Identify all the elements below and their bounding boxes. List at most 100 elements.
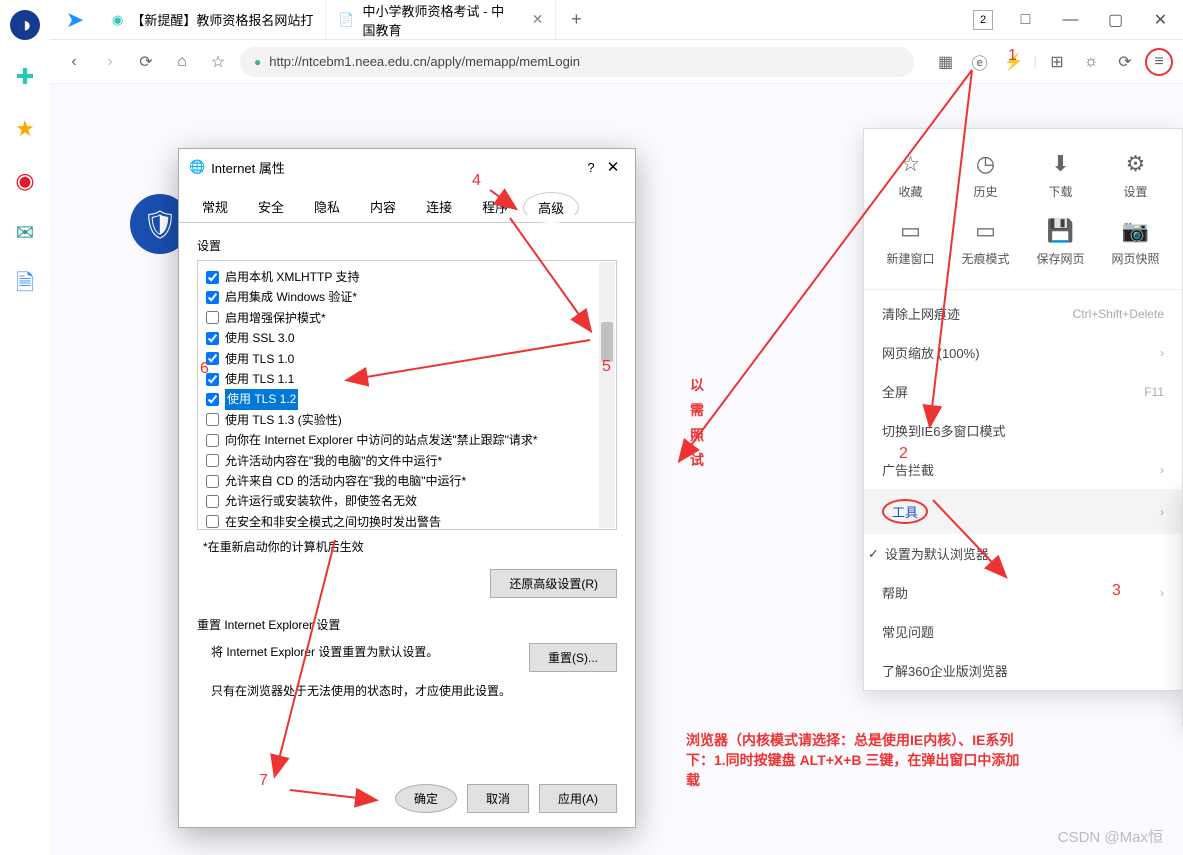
menu-zoom[interactable]: 网页缩放 (100%)› xyxy=(864,333,1182,372)
setting-checkbox[interactable] xyxy=(206,515,219,528)
setting-item[interactable]: 使用 SSL 3.0 xyxy=(206,328,608,348)
setting-checkbox[interactable] xyxy=(206,434,219,447)
clock-icon: ◷ xyxy=(976,151,995,177)
compat-icon[interactable]: ⓔ xyxy=(966,48,994,76)
setting-item[interactable]: 向你在 Internet Explorer 中访问的站点发送"禁止跟踪"请求* xyxy=(206,430,608,450)
annotation-1: 1 xyxy=(1008,47,1017,65)
back-button[interactable]: ‹ xyxy=(60,48,88,76)
menu-downloads[interactable]: ⬇下载 xyxy=(1024,143,1097,208)
scrollbar[interactable] xyxy=(599,262,615,528)
menu-history[interactable]: ◷历史 xyxy=(949,143,1022,208)
close-tab-icon[interactable]: ✕ xyxy=(532,11,544,28)
download-icon: ⬇ xyxy=(1051,151,1069,177)
menu-new-window[interactable]: ▭新建窗口 xyxy=(874,210,947,275)
menu-adblock[interactable]: 广告拦截› xyxy=(864,450,1182,489)
setting-item[interactable]: 在安全和非安全模式之间切换时发出警告 xyxy=(206,512,608,530)
setting-item[interactable]: 启用增强保护模式* xyxy=(206,308,608,328)
maximize-button[interactable]: ▢ xyxy=(1093,0,1138,40)
menu-ie6-mode[interactable]: 切换到IE6多窗口模式 xyxy=(864,411,1182,450)
menu-fullscreen[interactable]: 全屏F11 xyxy=(864,372,1182,411)
scrollbar-thumb[interactable] xyxy=(601,322,613,362)
theme-icon[interactable]: ☼ xyxy=(1077,48,1105,76)
reload-button[interactable]: ⟳ xyxy=(132,48,160,76)
setting-item[interactable]: 启用集成 Windows 验证* xyxy=(206,287,608,307)
tab-advanced[interactable]: 高级 xyxy=(523,192,579,223)
new-tab-button[interactable]: + xyxy=(556,9,596,30)
tab-privacy[interactable]: 隐私 xyxy=(299,191,355,222)
menu-incognito[interactable]: ▭无痕模式 xyxy=(949,210,1022,275)
extensions-icon[interactable]: ⊞ xyxy=(1043,48,1071,76)
help-button[interactable]: ? xyxy=(581,160,601,175)
menu-about-360[interactable]: 了解360企业版浏览器 xyxy=(864,651,1182,690)
tab-2[interactable]: 📄 中小学教师资格考试 - 中国教育 ✕ xyxy=(326,1,556,39)
home-button[interactable]: ⌂ xyxy=(168,48,196,76)
setting-item[interactable]: 允许活动内容在"我的电脑"的文件中运行* xyxy=(206,451,608,471)
ok-button[interactable]: 确定 xyxy=(395,784,457,813)
setting-item[interactable]: 允许运行或安装软件，即使签名无效 xyxy=(206,491,608,511)
menu-save-page[interactable]: 💾保存网页 xyxy=(1024,210,1097,275)
setting-item[interactable]: 使用 TLS 1.0 xyxy=(206,349,608,369)
setting-checkbox[interactable] xyxy=(206,271,219,284)
doc-icon[interactable]: 🗎 xyxy=(10,270,40,300)
setting-checkbox[interactable] xyxy=(206,393,219,406)
wardrobe-icon[interactable]: □ xyxy=(1003,0,1048,40)
reset-desc: 将 Internet Explorer 设置重置为默认设置。 xyxy=(211,643,509,660)
forward-button[interactable]: › xyxy=(96,48,124,76)
tab-count[interactable]: 2 xyxy=(973,10,993,30)
setting-checkbox[interactable] xyxy=(206,454,219,467)
setting-item[interactable]: 允许来自 CD 的活动内容在"我的电脑"中运行* xyxy=(206,471,608,491)
minimize-button[interactable]: — xyxy=(1048,0,1093,40)
close-dialog-button[interactable]: ✕ xyxy=(601,158,625,176)
qr-icon[interactable]: ▦ xyxy=(932,48,960,76)
star-plus-icon[interactable]: ★ xyxy=(10,114,40,144)
tab-favicon-icon: 📄 xyxy=(338,12,354,28)
tab-connections[interactable]: 连接 xyxy=(411,191,467,222)
download-icon[interactable]: ⟳ xyxy=(1111,48,1139,76)
menu-faq[interactable]: 常见问题 xyxy=(864,612,1182,651)
menu-tools[interactable]: 工具 › 打印Ctrl+P 页面查找Ctrl+F 自动刷新› 代理服务器› 开发… xyxy=(864,489,1182,534)
menu-default-browser[interactable]: ✓设置为默认浏览器 xyxy=(864,534,1182,573)
message-icon[interactable]: ✚ xyxy=(10,62,40,92)
setting-item[interactable]: 启用本机 XMLHTTP 支持 xyxy=(206,267,608,287)
browser-icon[interactable]: ➤ xyxy=(60,5,90,35)
mail-icon[interactable]: ✉ xyxy=(10,218,40,248)
menu-favorites[interactable]: ☆收藏 xyxy=(874,143,947,208)
dialog-titlebar[interactable]: 🌐 Internet 属性 ? ✕ xyxy=(179,149,635,185)
restore-defaults-button[interactable]: 还原高级设置(R) xyxy=(490,569,617,598)
favorite-button[interactable]: ☆ xyxy=(204,48,232,76)
menu-help[interactable]: 帮助› xyxy=(864,573,1182,612)
apply-button[interactable]: 应用(A) xyxy=(539,784,617,813)
reset-button[interactable]: 重置(S)... xyxy=(529,643,617,672)
window-icon: ▭ xyxy=(900,218,921,244)
red-text: 以 xyxy=(690,374,704,396)
setting-checkbox[interactable] xyxy=(206,495,219,508)
setting-checkbox[interactable] xyxy=(206,475,219,488)
tab-content[interactable]: 内容 xyxy=(355,191,411,222)
tab-programs[interactable]: 程序 xyxy=(467,191,523,222)
setting-item[interactable]: 使用 TLS 1.1 xyxy=(206,369,608,389)
setting-item[interactable]: 使用 TLS 1.2 xyxy=(206,389,608,409)
annotation-6: 6 xyxy=(200,360,209,378)
setting-checkbox[interactable] xyxy=(206,332,219,345)
tab-security[interactable]: 安全 xyxy=(243,191,299,222)
setting-checkbox[interactable] xyxy=(206,311,219,324)
setting-item[interactable]: 使用 TLS 1.3 (实验性) xyxy=(206,410,608,430)
setting-label: 启用集成 Windows 验证* xyxy=(225,287,357,307)
menu-settings[interactable]: ⚙设置 xyxy=(1099,143,1172,208)
setting-checkbox[interactable] xyxy=(206,291,219,304)
cancel-button[interactable]: 取消 xyxy=(467,784,529,813)
dialog-tabs: 常规 安全 隐私 内容 连接 程序 高级 xyxy=(179,185,635,223)
weibo-icon[interactable]: ◉ xyxy=(10,166,40,196)
setting-checkbox[interactable] xyxy=(206,413,219,426)
menu-button[interactable]: ≡ xyxy=(1145,48,1173,76)
menu-snapshot[interactable]: 📷网页快照 xyxy=(1099,210,1172,275)
close-window-button[interactable]: ✕ xyxy=(1138,0,1183,40)
tab-general[interactable]: 常规 xyxy=(187,191,243,222)
menu-clear-traces[interactable]: 清除上网痕迹Ctrl+Shift+Delete xyxy=(864,294,1182,333)
url-input[interactable]: ● http://ntcebm1.neea.edu.cn/apply/memap… xyxy=(240,47,914,77)
settings-listbox[interactable]: 启用本机 XMLHTTP 支持启用集成 Windows 验证*启用增强保护模式*… xyxy=(197,260,617,530)
setting-label: 使用 TLS 1.3 (实验性) xyxy=(225,410,342,430)
globe-icon: 🌐 xyxy=(189,159,205,175)
tab-1[interactable]: ◉ 【新提醒】教师资格报名网站打 xyxy=(100,1,326,39)
red-text: 载 xyxy=(686,769,700,791)
